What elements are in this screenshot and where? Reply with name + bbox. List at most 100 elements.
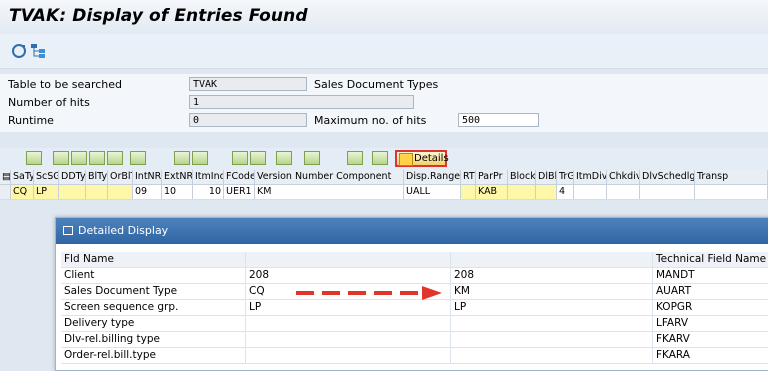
col-header[interactable]: DlBl [536,170,557,184]
col-header[interactable]: Block [508,170,536,184]
col-header[interactable]: Version Number Component [255,170,404,184]
cell[interactable] [86,185,108,199]
hits-row: Number of hits 1 [0,94,768,112]
table-row[interactable]: CQ LP 09 10 10 UER1 KM UALL KAB 4 [0,185,768,200]
value-header[interactable] [246,252,451,267]
fld-name: Order-rel.bill.type [61,348,246,363]
detail-row[interactable]: Screen sequence grp. LP LP KOPGR [61,300,768,316]
max-hits-field[interactable]: 500 [458,113,539,127]
details-button[interactable]: Details [395,150,449,167]
col-header[interactable]: ParPr [476,170,508,184]
cell[interactable] [607,185,640,199]
runtime-label: Runtime [8,114,54,127]
cell[interactable]: UER1 [224,185,255,199]
value-2: KM [451,284,653,299]
col-header[interactable]: ExtNR [162,170,193,184]
refresh-icon[interactable] [11,43,27,59]
tech-name: MANDT [653,268,768,283]
value-2: 208 [451,268,653,283]
col-header[interactable]: ItmInc [193,170,224,184]
zoom-icon[interactable] [26,151,42,165]
tech-name: FKARV [653,332,768,347]
cell[interactable]: LP [34,185,59,199]
cell[interactable]: 4 [557,185,574,199]
detail-header: Fld Name Technical Field Name [61,252,768,268]
cell[interactable] [536,185,557,199]
cell[interactable] [508,185,536,199]
cell[interactable] [695,185,768,199]
value-header[interactable] [451,252,653,267]
table-row: Table to be searched TVAK Sales Document… [0,76,768,94]
fld-name: Client [61,268,246,283]
detail-row[interactable]: Delivery type LFARV [61,316,768,332]
col-header[interactable]: Disp.Range [404,170,461,184]
table-field: TVAK [189,77,307,91]
print-icon[interactable] [232,151,248,165]
select-all-icon[interactable]: ▤ [0,170,11,184]
col-header[interactable]: DDTy [59,170,86,184]
col-header[interactable]: TrG [557,170,574,184]
sum-icon[interactable] [174,151,190,165]
hits-label: Number of hits [8,96,90,109]
cell[interactable]: CQ [11,185,34,199]
runtime-field: 0 [189,113,307,127]
cell[interactable]: KM [255,185,404,199]
value-2 [451,348,653,363]
cell[interactable] [461,185,476,199]
info-icon[interactable] [372,151,388,165]
value-2 [451,332,653,347]
value-1: 208 [246,268,451,283]
cell[interactable]: 10 [162,185,193,199]
col-header[interactable]: ScSG [34,170,59,184]
cell[interactable]: 10 [193,185,224,199]
col-header[interactable]: ItmDiv [574,170,607,184]
value-2 [451,316,653,331]
col-header[interactable]: DlvSchedlg [640,170,695,184]
cell[interactable]: 09 [133,185,162,199]
col-header[interactable]: Transp [695,170,768,184]
graphic-icon[interactable] [347,151,363,165]
export-icon[interactable] [276,151,292,165]
sort-descending-icon[interactable] [71,151,87,165]
sort-ascending-icon[interactable] [53,151,69,165]
cell[interactable]: KAB [476,185,508,199]
col-header[interactable]: SaTy [11,170,34,184]
col-header[interactable]: BlTy [86,170,108,184]
filter-icon[interactable] [130,151,146,165]
dialog-title: Detailed Display [78,224,169,237]
fld-name: Dlv-rel.billing type [61,332,246,347]
col-header[interactable]: OrBlT [108,170,133,184]
fld-name: Sales Document Type [61,284,246,299]
fld-name-header[interactable]: Fld Name [61,252,246,267]
tech-name-header[interactable]: Technical Field Name [653,252,768,267]
detail-row[interactable]: Dlv-rel.billing type FKARV [61,332,768,348]
find-icon[interactable] [89,151,105,165]
col-header[interactable]: Chkdiv [607,170,640,184]
max-hits-label: Maximum no. of hits [314,114,427,127]
tech-name: KOPGR [653,300,768,315]
grid-header: ▤ SaTy ScSG DDTy BlTy OrBlT IntNR ExtNR … [0,170,768,185]
tech-name: FKARA [653,348,768,363]
application-toolbar [0,34,768,69]
cell[interactable]: UALL [404,185,461,199]
detail-row[interactable]: Client 208 208 MANDT [61,268,768,284]
row-selector[interactable] [0,185,11,199]
value-1 [246,348,451,363]
subtotal-icon[interactable] [192,151,208,165]
detail-row[interactable]: Order-rel.bill.type FKARA [61,348,768,364]
cell[interactable] [59,185,86,199]
col-header[interactable]: RT [461,170,476,184]
col-header[interactable]: FCode [224,170,255,184]
cell[interactable] [640,185,695,199]
views-icon[interactable] [250,151,266,165]
runtime-row: Runtime 0 Maximum no. of hits 500 [0,112,768,130]
window-icon [63,226,73,235]
hierarchy-icon[interactable] [30,43,46,59]
dialog-title-bar[interactable]: Detailed Display [56,218,768,244]
cell[interactable] [108,185,133,199]
find-next-icon[interactable] [107,151,123,165]
layout-icon[interactable] [304,151,320,165]
cell[interactable] [574,185,607,199]
dashed-arrow-annotation [296,286,442,300]
col-header[interactable]: IntNR [133,170,162,184]
